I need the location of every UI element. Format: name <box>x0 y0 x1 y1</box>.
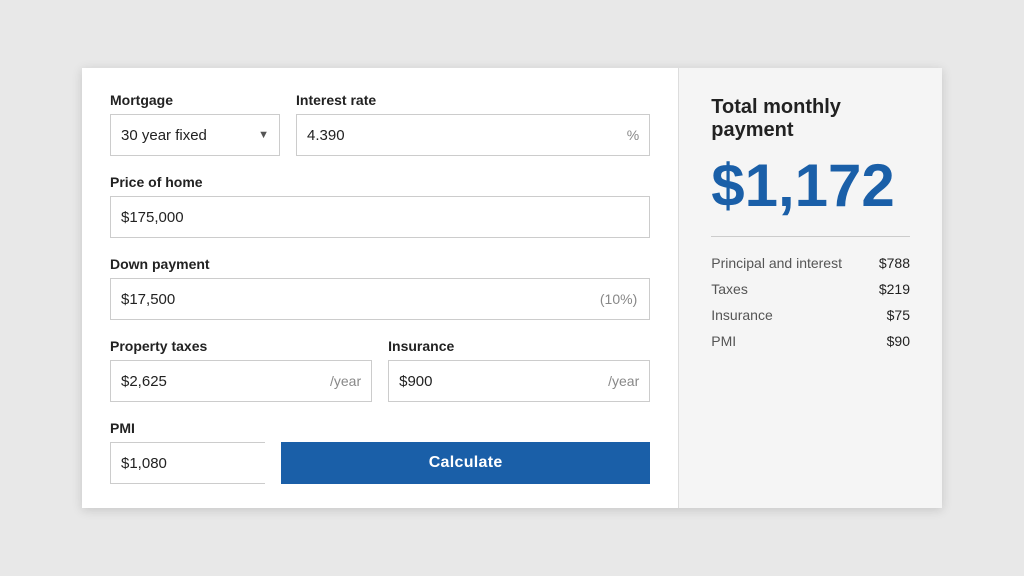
interest-rate-label: Interest rate <box>296 92 650 108</box>
total-amount: $1,172 <box>711 156 910 216</box>
breakdown-value: $219 <box>879 281 910 297</box>
mortgage-field-group: Mortgage 30 year fixed 15 year fixed 5/1… <box>110 92 280 156</box>
insurance-suffix: /year <box>608 373 649 389</box>
calculator-wrapper: Mortgage 30 year fixed 15 year fixed 5/1… <box>82 68 942 508</box>
price-of-home-field-group: Price of home <box>110 174 650 238</box>
breakdown-value: $788 <box>879 255 910 271</box>
breakdown-label: PMI <box>711 333 736 349</box>
chevron-down-icon: ▼ <box>258 129 269 141</box>
mortgage-label: Mortgage <box>110 92 280 108</box>
interest-rate-suffix: % <box>627 127 649 143</box>
down-payment-field-group: Down payment (10%) <box>110 256 650 320</box>
property-taxes-input-wrapper: /year <box>110 360 372 402</box>
right-panel: Total monthly payment $1,172 Principal a… <box>679 68 942 508</box>
breakdown-value: $75 <box>887 307 910 323</box>
breakdown-label: Taxes <box>711 281 748 297</box>
down-payment-input-wrapper: (10%) <box>110 278 650 320</box>
breakdown-label: Insurance <box>711 307 772 323</box>
property-taxes-suffix: /year <box>330 373 371 389</box>
insurance-label: Insurance <box>388 338 650 354</box>
breakdown-label: Principal and interest <box>711 255 842 271</box>
breakdown-row: PMI $90 <box>711 333 910 349</box>
left-panel: Mortgage 30 year fixed 15 year fixed 5/1… <box>82 68 679 508</box>
insurance-field-group: Insurance /year <box>388 338 650 402</box>
breakdown-divider <box>711 236 910 237</box>
interest-rate-field-group: Interest rate % <box>296 92 650 156</box>
mortgage-select-wrapper[interactable]: 30 year fixed 15 year fixed 5/1 ARM ▼ <box>110 114 280 156</box>
insurance-input-wrapper: /year <box>388 360 650 402</box>
calculate-button[interactable]: Calculate <box>281 442 650 484</box>
property-taxes-input[interactable] <box>111 361 330 401</box>
pmi-input-wrapper: /year <box>110 442 265 484</box>
pmi-field-group: PMI /year <box>110 420 265 484</box>
pmi-label: PMI <box>110 420 265 436</box>
pmi-calculate-row: PMI /year Calculate <box>110 420 650 484</box>
interest-rate-input[interactable] <box>297 115 627 155</box>
mortgage-interest-row: Mortgage 30 year fixed 15 year fixed 5/1… <box>110 92 650 156</box>
price-of-home-label: Price of home <box>110 174 650 190</box>
interest-rate-input-wrapper: % <box>296 114 650 156</box>
breakdown-row: Insurance $75 <box>711 307 910 323</box>
total-monthly-label: Total monthly payment <box>711 96 910 142</box>
down-payment-input[interactable] <box>111 279 600 319</box>
taxes-insurance-row: Property taxes /year Insurance /year <box>110 338 650 402</box>
breakdown-row: Taxes $219 <box>711 281 910 297</box>
breakdown-container: Principal and interest $788 Taxes $219 Insur… <box>711 255 910 349</box>
down-payment-pct: (10%) <box>600 291 649 307</box>
price-of-home-input-wrapper <box>110 196 650 238</box>
down-payment-label: Down payment <box>110 256 650 272</box>
property-taxes-label: Property taxes <box>110 338 372 354</box>
mortgage-select[interactable]: 30 year fixed 15 year fixed 5/1 ARM <box>121 127 252 144</box>
price-of-home-input[interactable] <box>111 197 649 237</box>
breakdown-row: Principal and interest $788 <box>711 255 910 271</box>
insurance-input[interactable] <box>389 361 608 401</box>
property-taxes-field-group: Property taxes /year <box>110 338 372 402</box>
breakdown-value: $90 <box>887 333 910 349</box>
